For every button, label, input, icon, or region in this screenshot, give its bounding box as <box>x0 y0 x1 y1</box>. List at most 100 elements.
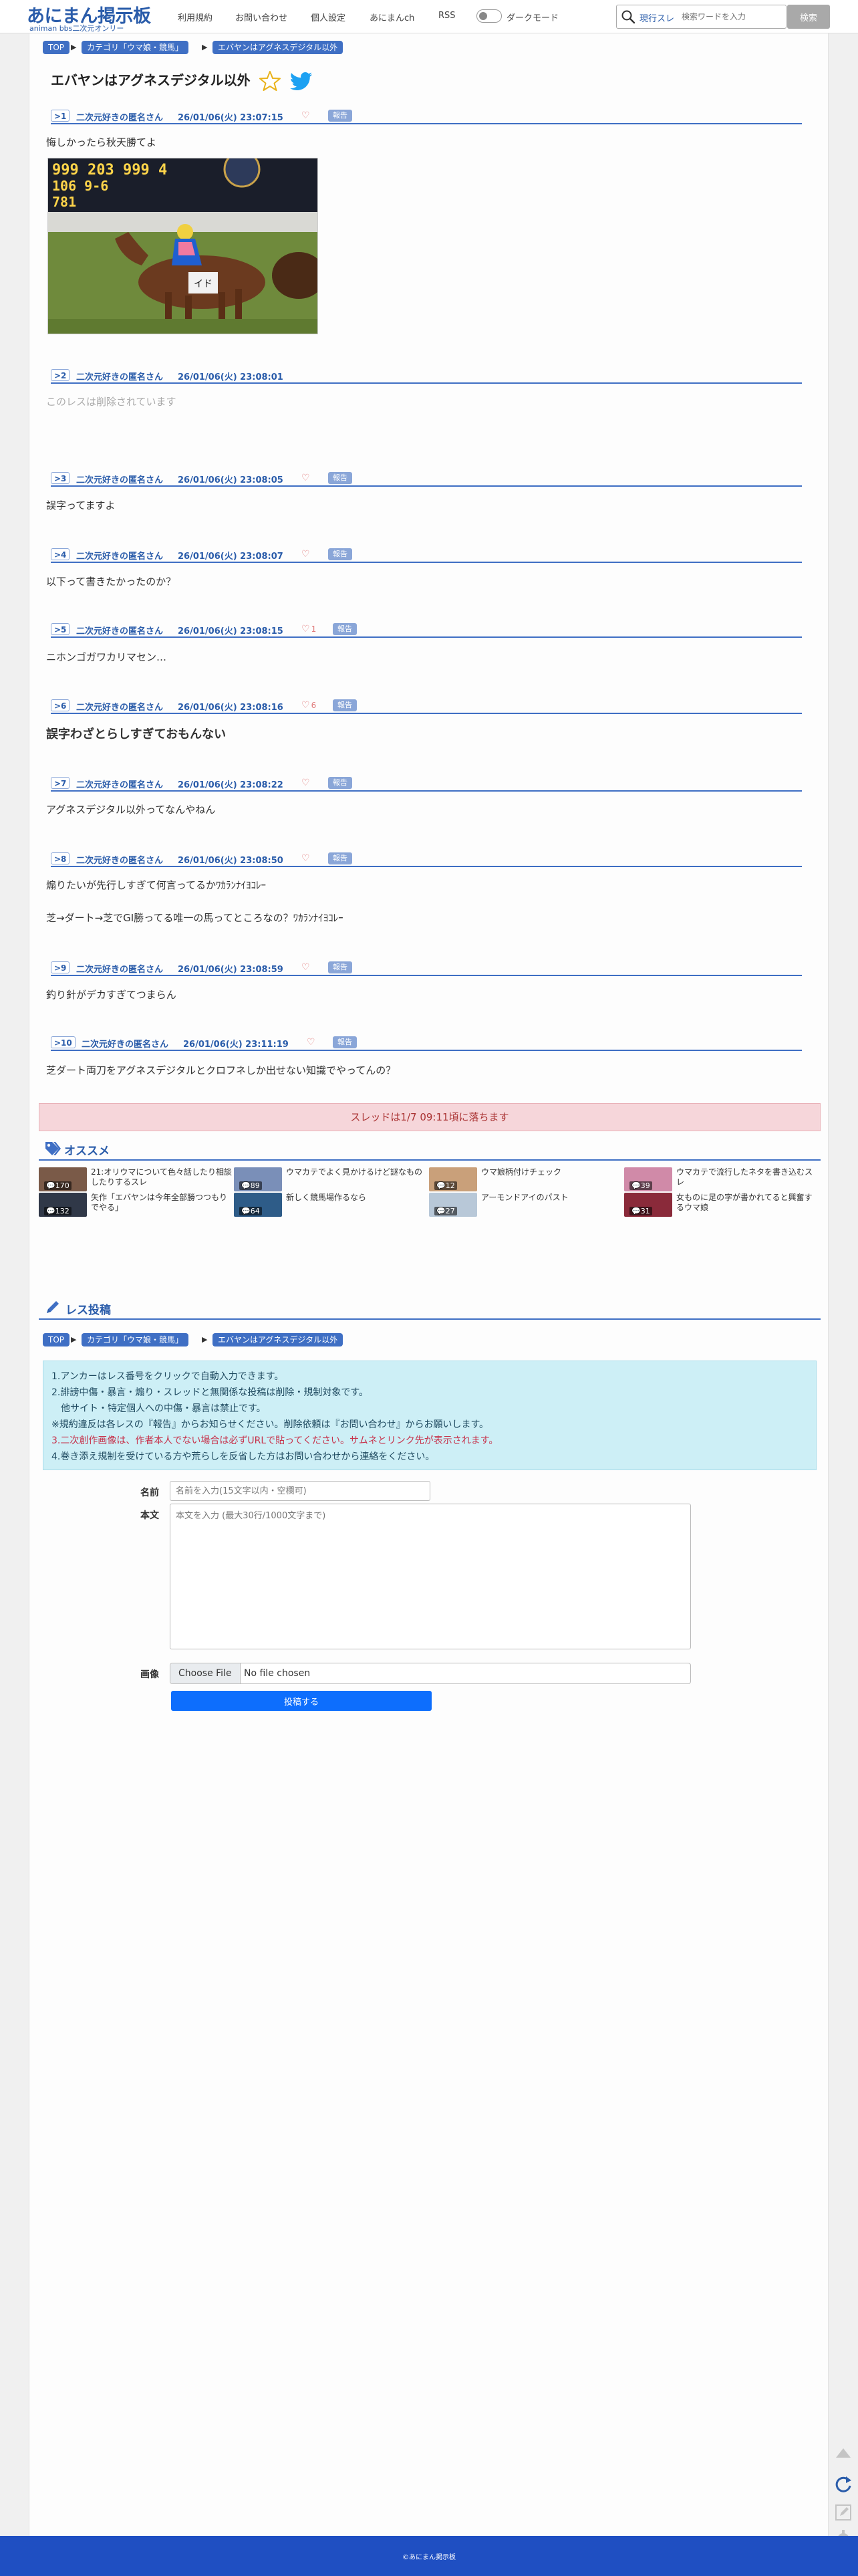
search-box: 現行スレ <box>616 5 786 29</box>
site-header: あにまん掲示板 animan bbs二次元オンリー 利用規約 お問い合わせ 個人… <box>0 0 858 33</box>
recommend-item[interactable]: 💬27 アーモンドアイのパスト <box>429 1193 623 1217</box>
divider <box>39 1318 821 1320</box>
post-number-anchor[interactable]: >10 <box>51 1036 76 1048</box>
breadcrumb-top[interactable]: TOP <box>43 41 70 54</box>
report-button[interactable]: 報告 <box>328 110 352 122</box>
comment-count-badge: 💬132 <box>44 1207 72 1215</box>
like-heart-icon[interactable]: ♡ <box>301 853 311 864</box>
post-header: >9 二次元好きの匿名さん 26/01/06(火) 23:08:59 ♡ 報告 <box>51 960 802 976</box>
recommend-item[interactable]: 💬31 女ものに足の字が書かれてると興奮するウマ娘 <box>624 1193 818 1217</box>
like-heart-icon[interactable]: ♡ <box>301 549 311 560</box>
post-number-anchor[interactable]: >4 <box>51 548 70 560</box>
post-body: 誤字ってますよ <box>46 499 116 511</box>
post-number-anchor[interactable]: >3 <box>51 472 70 484</box>
nav-terms-link[interactable]: 利用規約 <box>178 11 212 23</box>
post-number-anchor[interactable]: >9 <box>51 961 70 973</box>
post-body: 芝ダート両刀をアグネスデジタルとクロフネしか出せない知識でやってんの？ <box>46 1064 396 1076</box>
breadcrumb-separator: ▶ <box>71 1335 77 1344</box>
like-heart-icon[interactable]: ♡ <box>307 1037 317 1048</box>
compose-icon[interactable] <box>833 2502 854 2523</box>
poster-name: 二次元好きの匿名さん <box>76 372 164 382</box>
nav-animanch-link[interactable]: あにまんch <box>370 11 414 23</box>
report-button[interactable]: 報告 <box>328 852 352 864</box>
recommend-title: オススメ <box>64 1145 110 1158</box>
body-field[interactable] <box>170 1504 691 1649</box>
report-button[interactable]: 報告 <box>328 472 352 484</box>
like-heart-icon[interactable]: ♡ <box>301 473 311 483</box>
reload-icon[interactable] <box>833 2474 854 2495</box>
recommend-item[interactable]: 💬64 新しく競馬場作るなら <box>234 1193 428 1217</box>
like-heart-icon[interactable]: ♡ <box>301 778 311 788</box>
like-heart-icon[interactable]: ♡ <box>301 962 311 973</box>
recommend-item[interactable]: 💬12 ウマ娘柄付けチェック <box>429 1167 623 1191</box>
report-button[interactable]: 報告 <box>328 548 352 560</box>
recommend-thumbnail: 💬31 <box>624 1193 672 1217</box>
comment-count-badge: 💬64 <box>239 1207 262 1215</box>
like-heart-icon[interactable]: ♡ 1 <box>301 624 316 634</box>
tag-icon <box>45 1142 61 1155</box>
recommend-item[interactable]: 💬132 矢作「エバヤンは今年全部勝つつもりでやる」 <box>39 1193 233 1217</box>
report-button[interactable]: 報告 <box>333 1036 357 1048</box>
rule-line: ※規約違反は各レスの『報告』からお知らせください。削除依頼は『お問い合わせ』から… <box>51 1419 489 1430</box>
search-button[interactable]: 検索 <box>787 5 830 29</box>
name-field[interactable] <box>170 1481 430 1501</box>
image-file-input[interactable]: Choose File No file chosen <box>170 1663 691 1684</box>
breadcrumb-top[interactable]: TOP <box>43 1333 70 1346</box>
comment-count-badge: 💬27 <box>434 1207 457 1215</box>
recommend-text: ウマカテでよく見かけるけど謎なもの <box>286 1167 423 1177</box>
breadcrumb-separator: ▶ <box>71 43 77 51</box>
recommend-text: アーモンドアイのパスト <box>481 1193 569 1202</box>
divider <box>39 1159 821 1161</box>
like-count: 6 <box>311 701 317 710</box>
dark-mode-toggle[interactable] <box>476 9 502 23</box>
recommend-item[interactable]: 💬170 21:オリウマについて色々話したり相談したりするスレ <box>39 1167 233 1191</box>
submit-button[interactable]: 投稿する <box>171 1691 432 1711</box>
post-number-anchor[interactable]: >1 <box>51 110 70 122</box>
nav-settings-link[interactable]: 個人設定 <box>311 11 345 23</box>
comment-count-badge: 💬12 <box>434 1181 457 1190</box>
post-number-anchor[interactable]: >2 <box>51 369 70 381</box>
scroll-top-icon[interactable] <box>833 2443 854 2464</box>
svg-text:999 203 999 4: 999 203 999 4 <box>52 162 167 179</box>
post-number-anchor[interactable]: >6 <box>51 699 70 711</box>
like-heart-icon[interactable]: ♡ 6 <box>301 700 316 711</box>
report-button[interactable]: 報告 <box>333 699 357 711</box>
recommend-item[interactable]: 💬39 ウマカテで流行したネタを書き込むスレ <box>624 1167 818 1191</box>
poster-name: 二次元好きの匿名さん <box>76 703 164 713</box>
post-body: 以下って書きたかったのか？ <box>46 576 176 588</box>
recommend-thumbnail: 💬39 <box>624 1167 672 1191</box>
logo-subtext: animan bbs二次元オンリー <box>29 24 124 33</box>
race-photo[interactable]: 999 203 999 4 106 9-6 781 イド <box>47 158 318 334</box>
post-number-anchor[interactable]: >5 <box>51 623 70 635</box>
post-number-anchor[interactable]: >8 <box>51 852 70 864</box>
report-button[interactable]: 報告 <box>328 777 352 789</box>
report-button[interactable]: 報告 <box>328 961 352 973</box>
poster-name: 二次元好きの匿名さん <box>76 552 164 562</box>
post-header: >3 二次元好きの匿名さん 26/01/06(火) 23:08:05 ♡ 報告 <box>51 471 802 487</box>
favorite-star-icon[interactable] <box>259 70 281 92</box>
recommend-thumbnail: 💬89 <box>234 1167 282 1191</box>
post-number-anchor[interactable]: >7 <box>51 777 70 789</box>
report-button[interactable]: 報告 <box>333 623 357 635</box>
breadcrumb-category[interactable]: カテゴリ「ウマ娘・競馬」 <box>82 1333 189 1346</box>
nav-contact-link[interactable]: お問い合わせ <box>235 11 287 23</box>
post-date: 26/01/06(火) 23:08:50 <box>178 856 283 866</box>
nav-rss-link[interactable]: RSS <box>438 11 456 21</box>
rule-line: 1.アンカーはレス番号をクリックで自動入力できます。 <box>51 1371 284 1382</box>
post-body-deleted: このレスは削除されています <box>46 396 176 408</box>
site-logo[interactable]: あにまん掲示板 animan bbs二次元オンリー <box>27 1 167 33</box>
breadcrumb-thread[interactable]: エバヤンはアグネスデジタル以外 <box>212 1333 343 1346</box>
recommend-item[interactable]: 💬89 ウマカテでよく見かけるけど謎なもの <box>234 1167 428 1191</box>
breadcrumb-thread[interactable]: エバヤンはアグネスデジタル以外 <box>212 41 343 54</box>
search-input[interactable] <box>682 9 782 24</box>
rule-line: 他サイト・特定個人への中傷・暴言は禁止です。 <box>51 1403 266 1414</box>
recommend-thumbnail: 💬64 <box>234 1193 282 1217</box>
post-body: 釣り針がデカすぎてつまらん <box>46 989 176 1001</box>
choose-file-button[interactable]: Choose File <box>170 1663 241 1683</box>
post-date: 26/01/06(火) 23:08:59 <box>178 965 283 975</box>
breadcrumb-category[interactable]: カテゴリ「ウマ娘・競馬」 <box>82 41 189 54</box>
post-date: 26/01/06(火) 23:08:22 <box>178 780 283 790</box>
search-scope-select[interactable]: 現行スレ <box>639 11 674 24</box>
twitter-share-icon[interactable] <box>290 72 313 91</box>
like-heart-icon[interactable]: ♡ <box>301 110 311 121</box>
